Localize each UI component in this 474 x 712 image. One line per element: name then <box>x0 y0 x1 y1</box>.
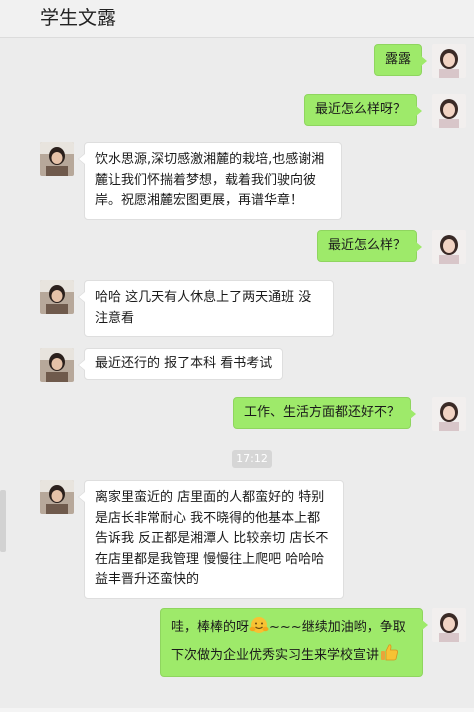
message-text: 最近还行的 报了本科 看书考试 <box>95 356 273 371</box>
message-text: 露露 <box>385 52 412 67</box>
my-message-bubble[interactable]: 工作、生活方面都还好不？ <box>233 397 417 429</box>
message-text: 最近怎么样？ <box>328 238 407 253</box>
my-avatar[interactable] <box>432 94 466 128</box>
my-avatar[interactable] <box>432 44 466 78</box>
contact-avatar[interactable] <box>40 348 74 382</box>
contact-message-bubble[interactable]: 离家里蛮近的 店里面的人都蛮好的 特别是店长非常耐心 我不晓得的他基本上都告诉我… <box>78 480 344 599</box>
contact-avatar[interactable] <box>40 480 74 514</box>
my-avatar[interactable] <box>432 397 466 431</box>
my-message-bubble[interactable]: 最近怎么样呀？ <box>304 94 423 126</box>
my-avatar[interactable] <box>432 230 466 264</box>
contact-message-bubble[interactable]: 饮水思源,深切感激湘麓的栽培,也感谢湘麓让我们怀揣着梦想，载着我们驶向彼岸。祝愿… <box>78 142 342 220</box>
contact-avatar[interactable] <box>40 280 74 314</box>
chat-title: 学生文露 <box>40 7 117 29</box>
my-message-bubble[interactable]: 露露 <box>374 44 428 76</box>
chat-header: 学生文露 <box>0 0 474 38</box>
my-message-bubble[interactable]: 最近怎么样？ <box>317 230 423 262</box>
contact-message-bubble[interactable]: 哈哈 这几天有人休息上了两天通班 没注意看 <box>78 280 334 337</box>
input-area-edge <box>0 708 474 712</box>
message-text: 哈哈 这几天有人休息上了两天通班 没注意看 <box>95 290 312 326</box>
contact-avatar[interactable] <box>40 142 74 176</box>
time-divider: 17:12 <box>232 450 272 468</box>
contact-message-bubble[interactable]: 最近还行的 报了本科 看书考试 <box>77 348 284 380</box>
message-text: 工作、生活方面都还好不？ <box>244 405 401 420</box>
message-text: 最近怎么样呀？ <box>315 102 407 117</box>
my-message-bubble[interactable]: 哇，棒棒的呀 ~~~继续加油哟，争取下次做为企业优秀实习生来学校宣讲 <box>160 608 428 677</box>
scrollbar-thumb[interactable] <box>0 490 6 552</box>
thumbs-up-emoji-icon <box>379 642 399 670</box>
message-text: 离家里蛮近的 店里面的人都蛮好的 特别是店长非常耐心 我不晓得的他基本上都告诉我… <box>95 490 329 587</box>
hugging-face-emoji-icon <box>249 616 269 642</box>
message-text: 饮水思源,深切感激湘麓的栽培,也感谢湘麓让我们怀揣着梦想，载着我们驶向彼岸。祝愿… <box>95 152 325 208</box>
my-avatar[interactable] <box>432 608 466 642</box>
message-text: 哇，棒棒的呀 <box>171 620 250 635</box>
